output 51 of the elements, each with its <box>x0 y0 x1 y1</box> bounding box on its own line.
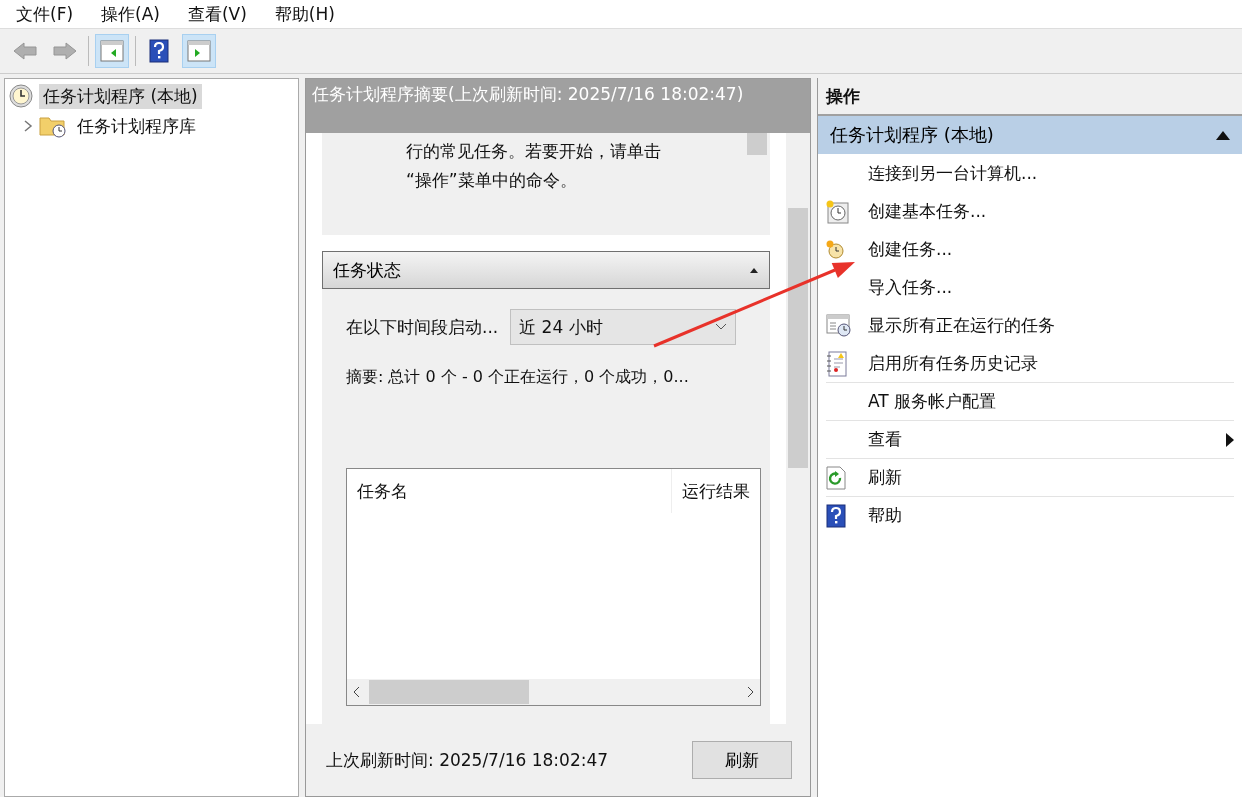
scrollbar-thumb[interactable] <box>746 133 768 155</box>
action-link[interactable]: 导入任务... <box>868 276 953 299</box>
action-link[interactable]: 查看 <box>868 428 902 451</box>
period-dropdown[interactable]: 近 24 小时 <box>510 309 737 345</box>
menu-item[interactable]: 查看(V) <box>181 2 253 26</box>
action-link[interactable]: 帮助 <box>868 504 902 527</box>
caret-icon <box>1216 130 1230 140</box>
column-header[interactable]: 运行结果 <box>672 469 760 513</box>
refresh-button[interactable]: 刷新 <box>692 741 792 779</box>
action-link[interactable]: 启用所有任务历史记录 <box>868 352 1038 375</box>
clock-icon <box>826 199 850 224</box>
back-arrow-icon <box>12 41 38 61</box>
forward-arrow-icon <box>52 41 78 61</box>
window-clock-icon <box>826 313 852 338</box>
action-link[interactable]: 创建任务... <box>868 238 953 261</box>
status-summary: 摘要: 总计 0 个 - 0 个正在运行，0 个成功，0... <box>346 367 690 388</box>
folder-clock-icon <box>39 114 67 138</box>
pane-icon <box>187 40 211 62</box>
action-link[interactable]: 创建基本任务... <box>868 200 987 223</box>
tree-item[interactable]: 任务计划程序 (本地) <box>39 83 202 109</box>
action-link[interactable]: 刷新 <box>868 466 902 489</box>
description-text: “操作”菜单中的命令。 <box>406 169 578 192</box>
filter-label: 在以下时间段启动... <box>346 315 499 339</box>
refresh-icon <box>826 465 846 490</box>
group-header[interactable]: 任务计划程序 (本地) <box>818 116 1242 154</box>
chevron-icon[interactable] <box>23 120 33 132</box>
notebook-icon <box>826 350 848 377</box>
help-icon <box>826 503 846 528</box>
section-header[interactable]: 任务状态 <box>322 251 770 289</box>
chevron-down-icon <box>715 323 728 331</box>
actions-title: 操作 <box>818 78 1242 116</box>
last-refresh-text: 上次刷新时间: 2025/7/16 18:02:47 <box>326 748 609 772</box>
scrollbar-thumb[interactable] <box>369 680 529 704</box>
clock-icon <box>826 239 846 260</box>
description-text: 行的常见任务。若要开始，请单击 <box>406 140 662 163</box>
tree-item[interactable]: 任务计划程序库 <box>73 113 200 139</box>
action-link[interactable]: 连接到另一台计算机... <box>868 162 1038 185</box>
chevron-right-icon[interactable] <box>746 686 754 698</box>
help-icon <box>149 39 169 63</box>
summary-title: 任务计划程序摘要(上次刷新时间: 2025/7/16 18:02:47) <box>306 79 810 133</box>
action-link[interactable]: 显示所有正在运行的任务 <box>868 314 1055 337</box>
menu-item[interactable]: 帮助(H) <box>268 2 341 26</box>
pane-icon <box>100 40 124 62</box>
clock-icon <box>9 84 33 108</box>
menu-item[interactable]: 操作(A) <box>95 2 166 26</box>
action-link[interactable]: AT 服务帐户配置 <box>868 390 997 413</box>
column-header[interactable]: 任务名 <box>347 469 672 513</box>
menu-item[interactable]: 文件(F) <box>10 2 80 26</box>
caret-icon <box>749 267 759 273</box>
chevron-left-icon[interactable] <box>353 686 361 698</box>
scrollbar-thumb[interactable] <box>788 208 808 468</box>
